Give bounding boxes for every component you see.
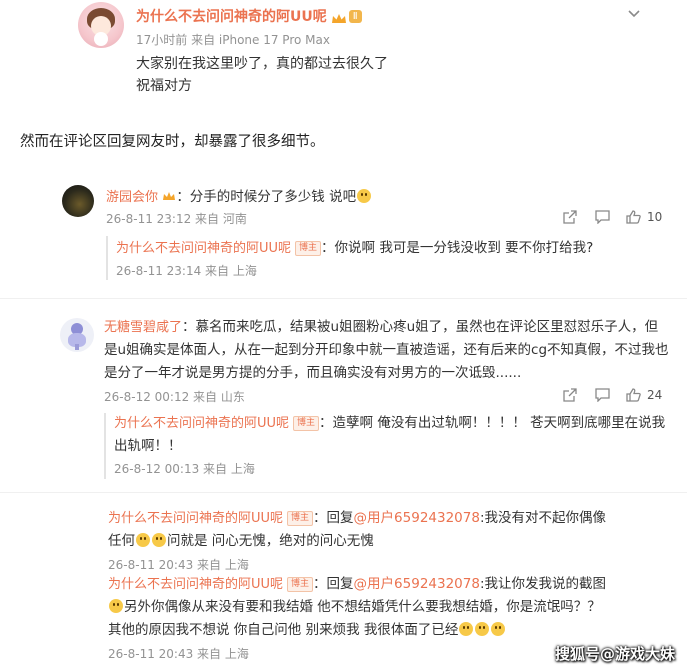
sohu-watermark: 搜狐号@游戏大妹 xyxy=(554,645,675,663)
comment2-like-count: 24 xyxy=(647,388,663,402)
comment1-like-count: 10 xyxy=(647,210,663,224)
post-text-line2: 祝福对方 xyxy=(136,78,192,94)
blogger-badge: 博主 xyxy=(287,511,314,526)
reply4-reply-word: ：回复 xyxy=(313,576,354,592)
comment2-text-line1: ：慕名而来吃瓜，结果被u姐圈粉心疼u姐了，虽然也在评论区里怼怼乐子人，但 xyxy=(182,319,659,335)
divider xyxy=(0,298,687,299)
reply1-user[interactable]: 为什么不去问问神奇的阿UU呢 xyxy=(116,241,291,256)
reply4-mention-link[interactable]: @用户6592432078 xyxy=(354,576,480,592)
comment2-text-line2: 是u姐确实是体面人，从在一起到分开印象中就一直被造谣，还有后来的cg不知真假，不… xyxy=(104,342,669,358)
reply3-meta: 26-8-11 20:43 来自 上海 xyxy=(108,558,249,572)
reply3-reply-word: ：回复 xyxy=(313,510,354,526)
comment1-meta: 26-8-11 23:12 来自 河南 xyxy=(106,212,247,226)
more-chevron-icon[interactable] xyxy=(627,4,641,23)
reply4-text-line2: 另外你偶像从来没有要和我结婚 他不想结婚凭什么要我想结婚，你是流氓吗？？ xyxy=(124,599,601,615)
reply3-mention-link[interactable]: @用户6592432078 xyxy=(354,510,480,526)
commenter-avatar[interactable] xyxy=(60,318,94,352)
reply2-text-line2: 出轨啊！！ xyxy=(114,438,182,454)
post-text-line1: 大家别在我这里吵了，真的都过去很久了 xyxy=(136,56,388,72)
like-button[interactable]: 24 xyxy=(626,388,662,402)
reply-divider xyxy=(106,236,108,280)
comment2-text-line3: 是分了一年才说是男方提的分手，而且确实没有对男方的一次诋毁...... xyxy=(104,365,522,381)
reply3-text-line2b: 问就是 问心无愧，绝对的问心无愧 xyxy=(167,533,374,549)
blogger-badge: 博主 xyxy=(287,577,314,592)
smile-emoji-icon xyxy=(109,599,123,613)
blogger-badge: 博主 xyxy=(295,241,322,256)
post-meta: 17小时前 来自 iPhone 17 Pro Max xyxy=(136,33,330,47)
reply-divider xyxy=(104,413,106,479)
reply2-text-line1: ：造孽啊 俺没有出过轨啊！！！！ 苍天啊到底哪里在说我 xyxy=(319,415,666,431)
reply3-text-line1: :我没有对不起你偶像 xyxy=(479,510,607,526)
reply4-text-line1: :我让你发我说的截图 xyxy=(479,576,607,592)
author-avatar[interactable] xyxy=(78,2,124,48)
crown-icon xyxy=(162,190,176,201)
comment1-user[interactable]: 游园会你 xyxy=(106,190,158,205)
article-caption: 然而在评论区回复网友时，却暴露了很多细节。 xyxy=(20,134,325,150)
reply2-user[interactable]: 为什么不去问问神奇的阿UU呢 xyxy=(114,416,289,431)
reply4-meta: 26-8-11 20:43 来自 上海 xyxy=(108,647,249,661)
reply4-user[interactable]: 为什么不去问问神奇的阿UU呢 xyxy=(108,577,283,592)
reply1-meta: 26-8-11 23:14 来自 上海 xyxy=(116,264,257,278)
commenter-avatar[interactable] xyxy=(62,185,94,217)
reply3-text-line2a: 任何 xyxy=(108,533,135,549)
share-button[interactable] xyxy=(563,210,577,224)
reply1-text: ：你说啊 我可是一分钱没收到 要不你打给我? xyxy=(321,240,594,256)
comment-button[interactable] xyxy=(595,388,610,402)
comment2-meta: 26-8-12 00:12 来自 山东 xyxy=(104,390,245,404)
comment2-user[interactable]: 无糖雪碧咸了 xyxy=(104,320,182,335)
reply3-user[interactable]: 为什么不去问问神奇的阿UU呢 xyxy=(108,511,283,526)
like-button[interactable]: 10 xyxy=(626,210,662,224)
crown-icon xyxy=(331,10,347,23)
blogger-badge: 博主 xyxy=(293,416,320,431)
smile-emoji-icon xyxy=(136,533,150,547)
smile-emoji-icon xyxy=(152,533,166,547)
smile-emoji-icon xyxy=(459,622,474,636)
post-author-name[interactable]: 为什么不去问问神奇的阿UU呢 xyxy=(136,6,327,26)
grin-emoji-icon xyxy=(357,189,372,203)
level-badge: Ⅱ xyxy=(348,9,362,23)
comment1-text: ：分手的时候分了多少钱 说吧 xyxy=(176,189,357,205)
share-button[interactable] xyxy=(563,388,577,402)
comment-button[interactable] xyxy=(595,210,610,224)
reply2-meta: 26-8-12 00:13 来自 上海 xyxy=(114,462,255,476)
smile-emoji-icon xyxy=(491,622,506,636)
smile-emoji-icon xyxy=(475,622,490,636)
reply4-text-line3: 其他的原因我不想说 你自己问他 别来烦我 我很体面了已经 xyxy=(108,622,459,638)
divider xyxy=(0,492,687,493)
